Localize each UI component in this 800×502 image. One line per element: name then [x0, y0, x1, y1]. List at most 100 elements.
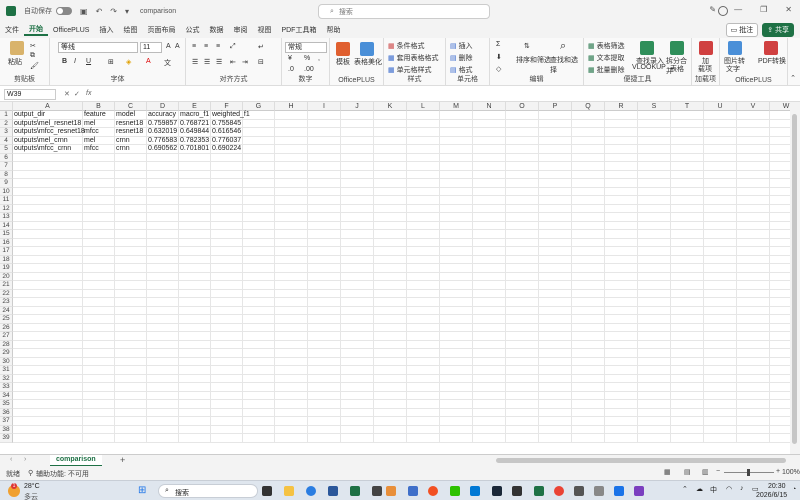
cell[interactable]: [737, 145, 770, 154]
font-color-icon[interactable]: A: [146, 58, 151, 65]
row-header[interactable]: 31: [0, 366, 13, 375]
pen-icon[interactable]: ✎: [709, 5, 716, 14]
cell[interactable]: [473, 187, 506, 196]
decrease-decimal-icon[interactable]: .00: [304, 66, 314, 73]
cell[interactable]: [506, 357, 539, 366]
cell[interactable]: [440, 332, 473, 341]
row-header[interactable]: 39: [0, 434, 13, 443]
cell[interactable]: [770, 400, 790, 409]
cell[interactable]: [407, 170, 440, 179]
cell[interactable]: [638, 247, 671, 256]
split-merge-line2[interactable]: 表格: [670, 64, 684, 74]
row-header[interactable]: 32: [0, 374, 13, 383]
cell[interactable]: [275, 281, 308, 290]
cell[interactable]: [440, 323, 473, 332]
cell[interactable]: [243, 425, 275, 434]
cell[interactable]: [671, 179, 704, 188]
cell[interactable]: [211, 425, 243, 434]
cell[interactable]: [179, 170, 211, 179]
cell[interactable]: [473, 136, 506, 145]
column-header[interactable]: A: [13, 102, 83, 111]
cell[interactable]: [737, 383, 770, 392]
cell[interactable]: [407, 145, 440, 154]
cell[interactable]: [737, 332, 770, 341]
app-icon-1[interactable]: [328, 486, 338, 496]
cell[interactable]: [671, 315, 704, 324]
cell[interactable]: model: [115, 111, 147, 120]
cell[interactable]: 0.632019: [147, 128, 179, 137]
tab-file[interactable]: 文件: [0, 25, 24, 35]
cell[interactable]: [407, 153, 440, 162]
cell[interactable]: [211, 196, 243, 205]
cell[interactable]: [605, 264, 638, 273]
row-header[interactable]: 25: [0, 315, 13, 324]
cell[interactable]: [407, 264, 440, 273]
cell[interactable]: [243, 145, 275, 154]
cell[interactable]: [275, 383, 308, 392]
cell[interactable]: [147, 213, 179, 222]
cell[interactable]: [341, 145, 374, 154]
cell[interactable]: [638, 332, 671, 341]
minimize-icon[interactable]: —: [734, 5, 742, 14]
cell[interactable]: [770, 307, 790, 315]
cell[interactable]: [539, 323, 572, 332]
cell[interactable]: [308, 247, 341, 256]
app-icon-2[interactable]: [350, 486, 360, 496]
cell[interactable]: [770, 383, 790, 392]
row-header[interactable]: 3: [0, 128, 13, 137]
cell[interactable]: [539, 221, 572, 230]
cell[interactable]: [440, 340, 473, 349]
cell[interactable]: [473, 315, 506, 324]
cell[interactable]: [638, 408, 671, 417]
cell[interactable]: [407, 366, 440, 375]
cell[interactable]: [605, 281, 638, 290]
cell[interactable]: [13, 196, 83, 205]
cell[interactable]: [605, 374, 638, 383]
cell[interactable]: [737, 179, 770, 188]
cell[interactable]: [115, 162, 147, 171]
cell[interactable]: [737, 196, 770, 205]
cell[interactable]: [638, 238, 671, 247]
add-sheet-button[interactable]: +: [120, 455, 125, 465]
cell[interactable]: feature: [83, 111, 115, 120]
cell[interactable]: [638, 119, 671, 128]
increase-indent-icon[interactable]: ⇥: [242, 58, 248, 66]
cell[interactable]: [13, 238, 83, 247]
text-extract-button[interactable]: ▦ 文本提取: [588, 53, 625, 63]
cell[interactable]: [704, 221, 737, 230]
cell[interactable]: [115, 221, 147, 230]
cell[interactable]: [638, 153, 671, 162]
cell[interactable]: [147, 238, 179, 247]
cell[interactable]: [115, 255, 147, 264]
cell[interactable]: [179, 400, 211, 409]
tab-insert[interactable]: 插入: [94, 25, 118, 35]
cell[interactable]: [407, 340, 440, 349]
cell[interactable]: [374, 315, 407, 324]
number-format-select[interactable]: 常规: [285, 42, 327, 53]
cell[interactable]: [308, 315, 341, 324]
cell[interactable]: [506, 391, 539, 400]
cell[interactable]: [671, 383, 704, 392]
cell[interactable]: [147, 349, 179, 358]
cell[interactable]: [440, 264, 473, 273]
column-header[interactable]: N: [473, 102, 506, 111]
cell[interactable]: [638, 391, 671, 400]
cell[interactable]: [671, 264, 704, 273]
cell[interactable]: [704, 170, 737, 179]
cell[interactable]: [638, 230, 671, 239]
cell[interactable]: [83, 323, 115, 332]
cell[interactable]: [671, 289, 704, 298]
cell[interactable]: [407, 374, 440, 383]
cell[interactable]: [275, 332, 308, 341]
cell[interactable]: [374, 374, 407, 383]
sort-filter-icon[interactable]: ⇅: [524, 42, 530, 50]
cell[interactable]: [147, 204, 179, 213]
cell[interactable]: [407, 196, 440, 205]
row-header[interactable]: 23: [0, 298, 13, 307]
cell[interactable]: [13, 221, 83, 230]
cell[interactable]: [671, 213, 704, 222]
cell[interactable]: [539, 213, 572, 222]
cell[interactable]: [83, 264, 115, 273]
cell[interactable]: [770, 341, 790, 349]
cell[interactable]: [572, 315, 605, 324]
